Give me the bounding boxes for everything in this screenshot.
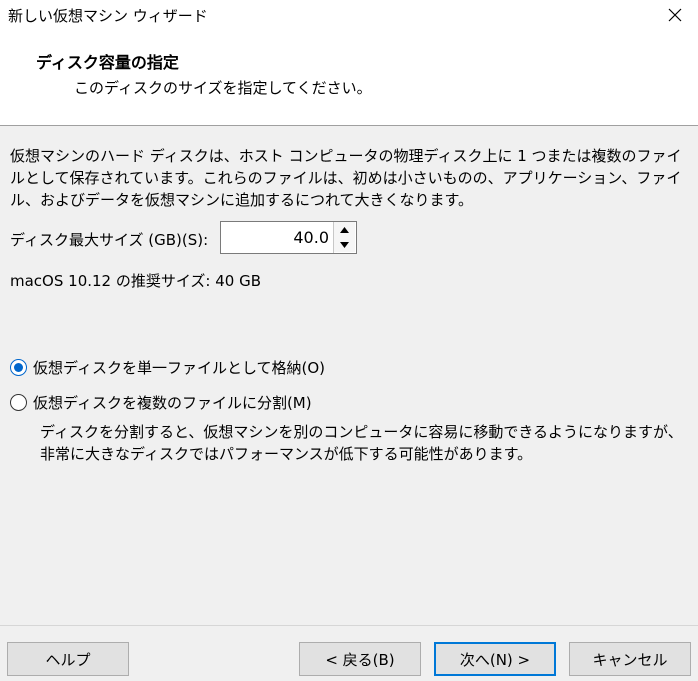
title-bar: 新しい仮想マシン ウィザード: [0, 0, 698, 30]
footer-divider: [0, 625, 698, 626]
recommended-size-text: macOS 10.12 の推奨サイズ: 40 GB: [10, 272, 261, 290]
disk-size-input[interactable]: 40.0: [221, 222, 333, 253]
triangle-up-icon: [340, 226, 349, 233]
close-button[interactable]: [652, 0, 698, 30]
split-description: ディスクを分割すると、仮想マシンを別のコンピュータに容易に移動できるようになりま…: [40, 423, 683, 463]
radio-button-selected[interactable]: [10, 359, 27, 376]
stepper-up-button[interactable]: [334, 222, 355, 238]
disk-size-label: ディスク最大サイズ (GB)(S):: [10, 231, 209, 249]
page-subtitle: このディスクのサイズを指定してください。: [74, 79, 372, 97]
single-file-option[interactable]: 仮想ディスクを単一ファイルとして格納(O): [10, 357, 325, 378]
stepper-buttons: [333, 222, 356, 253]
triangle-down-icon: [340, 241, 349, 248]
radio-button[interactable]: [10, 394, 27, 411]
split-files-label[interactable]: 仮想ディスクを複数のファイルに分割(M): [33, 392, 312, 413]
disk-description: 仮想マシンのハード ディスクは、ホスト コンピュータの物理ディスク上に 1 つま…: [10, 147, 682, 209]
split-files-option[interactable]: 仮想ディスクを複数のファイルに分割(M): [10, 392, 312, 413]
page-title: ディスク容量の指定: [36, 53, 179, 72]
help-button[interactable]: ヘルプ: [7, 642, 129, 676]
next-button[interactable]: 次へ(N) >: [434, 642, 556, 676]
disk-size-stepper[interactable]: 40.0: [220, 221, 357, 254]
window-title: 新しい仮想マシン ウィザード: [8, 7, 208, 25]
cancel-button[interactable]: キャンセル: [569, 642, 691, 676]
back-button[interactable]: < 戻る(B): [299, 642, 421, 676]
stepper-down-button[interactable]: [334, 237, 355, 252]
close-icon: [668, 8, 682, 22]
wizard-header: ディスク容量の指定 このディスクのサイズを指定してください。: [0, 30, 698, 126]
single-file-label[interactable]: 仮想ディスクを単一ファイルとして格納(O): [33, 357, 325, 378]
